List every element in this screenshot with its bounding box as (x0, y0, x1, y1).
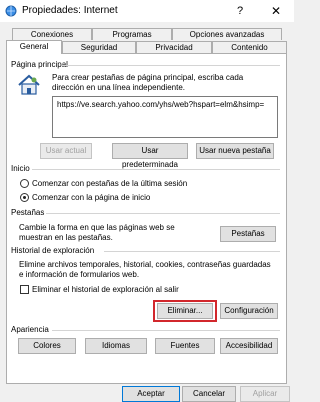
history-description: Elimine archivos temporales, historial, … (19, 260, 271, 279)
appearance-label: Apariencia (11, 325, 49, 334)
tabs-description: Cambie la forma en que las páginas web s… (19, 223, 175, 242)
colors-button[interactable]: Colores (18, 338, 76, 354)
house-icon (18, 74, 40, 95)
delete-on-exit-label[interactable]: Eliminar el historial de exploración al … (32, 285, 179, 294)
separator (62, 65, 280, 66)
use-default-button[interactable]: Usar predeterminada (112, 143, 188, 169)
home-description: Para crear pestañas de página principal,… (52, 73, 244, 92)
fonts-button[interactable]: Fuentes (155, 338, 215, 354)
separator (32, 169, 280, 170)
delete-button[interactable]: Eliminar... (157, 303, 213, 319)
startup-label: Inicio (11, 164, 30, 173)
delete-on-exit-checkbox[interactable] (20, 285, 29, 294)
use-current-button[interactable]: Usar actual (40, 143, 92, 159)
separator (104, 251, 280, 252)
home-page-label: Página principal (11, 60, 68, 69)
separator (52, 330, 280, 331)
languages-button[interactable]: Idiomas (85, 338, 147, 354)
home-url-textarea[interactable]: https://ve.search.yahoo.com/yhs/web?hspa… (52, 96, 278, 138)
radio-home-page-label[interactable]: Comenzar con la página de inicio (32, 193, 150, 202)
tabs-group-label: Pestañas (11, 208, 45, 217)
separator (46, 213, 280, 214)
radio-last-session-label[interactable]: Comenzar con pestañas de la última sesió… (32, 179, 187, 188)
use-new-tab-button[interactable]: Usar nueva pestaña (196, 143, 274, 159)
tabs-button[interactable]: Pestañas (220, 226, 276, 242)
radio-last-session[interactable] (20, 179, 29, 188)
history-label: Historial de exploración (11, 246, 95, 255)
radio-home-page[interactable] (20, 193, 29, 202)
accessibility-button[interactable]: Accesibilidad (220, 338, 278, 354)
settings-button[interactable]: Configuración (220, 303, 278, 319)
